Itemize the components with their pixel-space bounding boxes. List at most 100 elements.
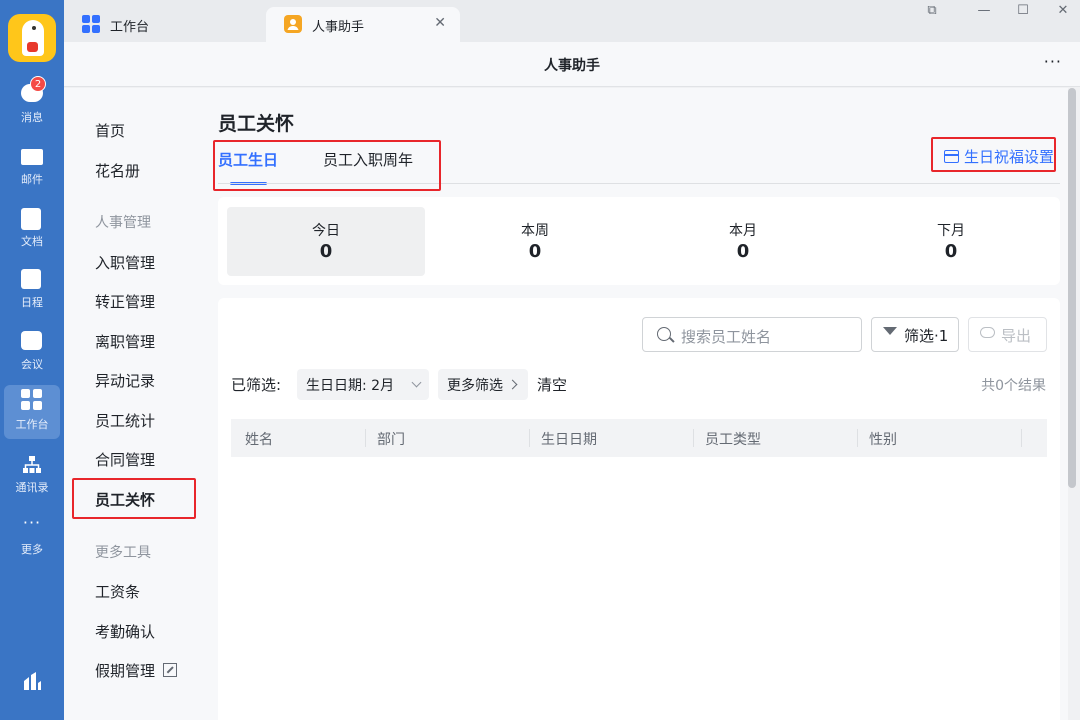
clear-filters-button[interactable]: 清空 [537,374,567,395]
menu-item-onboarding[interactable]: 入职管理 [95,252,155,273]
search-icon [657,327,671,341]
rail-item-mail[interactable]: 邮件 [0,142,64,198]
rail-item-calendar[interactable]: 日程 [0,265,64,321]
unread-badge: 2 [30,76,46,92]
menu-item-payslip[interactable]: 工资条 [95,581,140,602]
tab-divider [218,183,1060,184]
search-input[interactable]: 搜索员工姓名 [642,317,862,352]
chip-label: 生日日期: 2月 [306,378,395,394]
restore-window-icon[interactable]: ⧉ [922,3,942,19]
stat-this-week[interactable]: 本周 0 [436,207,634,276]
menu-item-employee-care[interactable]: 员工关怀 [95,489,155,510]
mail-icon [21,146,43,168]
menu-item-resignation[interactable]: 离职管理 [95,331,155,352]
minimize-window-icon[interactable]: — [974,3,994,19]
menu-item-roster[interactable]: 花名册 [95,160,140,181]
column-separator [365,429,366,447]
birthday-greeting-settings-link[interactable]: 生日祝福设置 [943,146,1054,167]
cloud-download-icon [980,327,995,338]
rail-item-workplace[interactable]: 工作台 [4,385,60,439]
workplace-grid-icon [21,389,43,411]
more-filters-chip[interactable]: 更多筛选 [438,369,528,400]
stat-label: 本月 [729,223,757,239]
menu-item-regularization[interactable]: 转正管理 [95,291,155,312]
rail-label: 文档 [21,235,43,248]
calendar-icon [943,150,959,163]
birthday-date-filter-chip[interactable]: 生日日期: 2月 [297,369,429,400]
rail-label: 邮件 [21,173,43,186]
tab-label: 人事助手 [312,20,365,35]
menu-item-leave-management[interactable]: 假期管理 [95,660,178,681]
column-separator [1021,429,1022,447]
stat-value: 0 [319,241,333,262]
stat-this-month[interactable]: 本月 0 [644,207,842,276]
bottom-app-icon [21,670,43,692]
birthday-stats-card: 今日 0 本周 0 本月 0 下月 0 [218,197,1060,285]
side-menu: 首页 花名册 人事管理 入职管理 转正管理 离职管理 异动记录 员工统计 合同管… [64,88,204,720]
menu-group-more-tools: 更多工具 [95,545,151,561]
stat-value: 0 [736,241,750,262]
rail-label: 消息 [21,111,43,124]
stat-label: 今日 [312,223,340,239]
scrollbar[interactable] [1068,88,1076,488]
workplace-grid-icon [82,15,100,33]
contacts-icon [21,454,43,476]
chip-label: 更多筛选 [447,378,503,394]
column-separator [693,429,694,447]
close-window-icon[interactable]: ✕ [1053,3,1073,19]
rail-label: 通讯录 [15,481,49,494]
left-rail: 2 消息 邮件 文档 日程 会议 工作台 通讯录 ··· 更多 [0,0,64,720]
chevron-right-icon [507,379,518,390]
column-header-department[interactable]: 部门 [377,429,405,449]
column-separator [857,429,858,447]
filter-button[interactable]: 筛选·1 [871,317,959,352]
menu-item-label: 假期管理 [95,662,156,680]
link-label: 生日祝福设置 [963,148,1054,166]
tab-workplace[interactable]: 工作台 [64,7,264,42]
menu-item-transfer-records[interactable]: 异动记录 [95,370,155,391]
rail-label: 工作台 [15,418,49,431]
export-button[interactable]: 导出 [968,317,1047,352]
document-icon [21,208,43,230]
stat-next-month[interactable]: 下月 0 [852,207,1050,276]
calendar-icon [21,269,43,291]
stat-today[interactable]: 今日 0 [227,207,425,276]
more-options-icon[interactable]: ··· [1044,52,1062,71]
more-icon: ··· [22,513,42,532]
column-header-name[interactable]: 姓名 [245,429,273,449]
column-header-employee-type[interactable]: 员工类型 [705,429,761,449]
search-placeholder: 搜索员工姓名 [681,328,772,346]
employee-list-panel: 搜索员工姓名 筛选·1 导出 已筛选: 生日日期: 2月 更多筛选 清空 共0个… [218,298,1060,720]
menu-item-employee-stats[interactable]: 员工统计 [95,410,155,431]
tab-employee-birthday[interactable]: 员工生日 [218,149,278,170]
tab-hr-assistant[interactable]: 人事助手 ✕ [266,7,460,42]
page-title: 员工关怀 [218,113,295,135]
button-label: 导出 [1001,327,1032,345]
tab-work-anniversary[interactable]: 员工入职周年 [323,149,413,170]
column-header-gender[interactable]: 性别 [869,429,897,449]
button-label: 筛选·1 [904,327,949,345]
column-separator [529,429,530,447]
rail-item-more[interactable]: ··· 更多 [0,512,64,568]
menu-item-contracts[interactable]: 合同管理 [95,449,155,470]
menu-item-home[interactable]: 首页 [95,120,125,141]
column-header-birthday[interactable]: 生日日期 [541,429,597,449]
rail-item-docs[interactable]: 文档 [0,204,64,260]
chevron-down-icon [411,377,422,388]
menu-item-attendance[interactable]: 考勤确认 [95,621,155,642]
rail-item-contacts[interactable]: 通讯录 [0,450,64,506]
stat-label: 本周 [521,223,549,239]
main-content: 员工关怀 员工生日 员工入职周年 生日祝福设置 今日 0 本周 0 本月 0 下… [204,88,1068,720]
maximize-window-icon[interactable]: ☐ [1013,3,1033,19]
filter-icon [883,327,897,335]
rail-item-bottom[interactable] [0,666,64,696]
app-logo[interactable] [8,14,56,62]
rail-label: 更多 [21,543,43,556]
hr-assistant-icon [284,15,302,33]
rail-item-messages[interactable]: 2 消息 [0,76,64,136]
stat-label: 下月 [937,223,965,239]
table-header: 姓名 部门 生日日期 员工类型 性别 [231,419,1047,457]
rail-item-meetings[interactable]: 会议 [0,327,64,383]
meeting-icon [21,331,43,353]
close-tab-icon[interactable]: ✕ [434,15,446,31]
